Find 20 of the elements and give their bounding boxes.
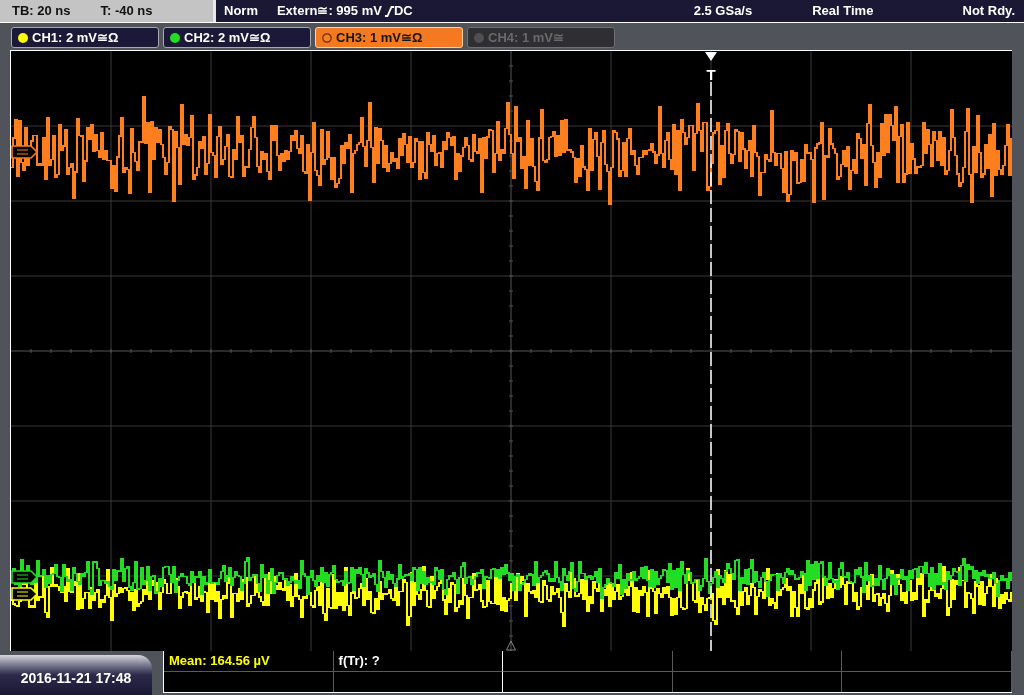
channel-tab[interactable]: CH2: 2 mV≅Ω	[163, 27, 311, 48]
measurement-value: f(Tr): ?	[338, 652, 380, 670]
trigger-time-label: T: -40 ns	[100, 2, 153, 21]
acquisition-status-label: Not Rdy.	[962, 2, 1015, 21]
date-time-label: 2016-11-21 17:48	[20, 669, 132, 688]
trigger-mode-label: Norm	[224, 2, 258, 21]
channel-marker-icon[interactable]	[11, 145, 39, 159]
triangle-marker-icon	[506, 640, 516, 651]
timebase-label: TB: 20 ns	[12, 2, 71, 21]
rising-edge-icon	[384, 5, 394, 17]
channel-tab[interactable]: CH1: 2 mV≅Ω	[11, 27, 159, 48]
trigger-marker-icon[interactable]	[705, 52, 717, 61]
trigger-coupling-label: DC	[393, 2, 413, 21]
channel-marker-icon[interactable]	[11, 570, 39, 584]
channel-tab[interactable]: CH3: 1 mV≅Ω	[315, 27, 463, 48]
trigger-source-label: Extern≅: 995 mV	[276, 2, 382, 21]
measurement-value: Mean: 164.56 µV	[169, 652, 270, 670]
acquisition-mode-label: Real Time	[812, 2, 874, 21]
sample-rate-label: 2.5 GSa/s	[693, 2, 753, 21]
trigger-label: T	[706, 66, 716, 83]
